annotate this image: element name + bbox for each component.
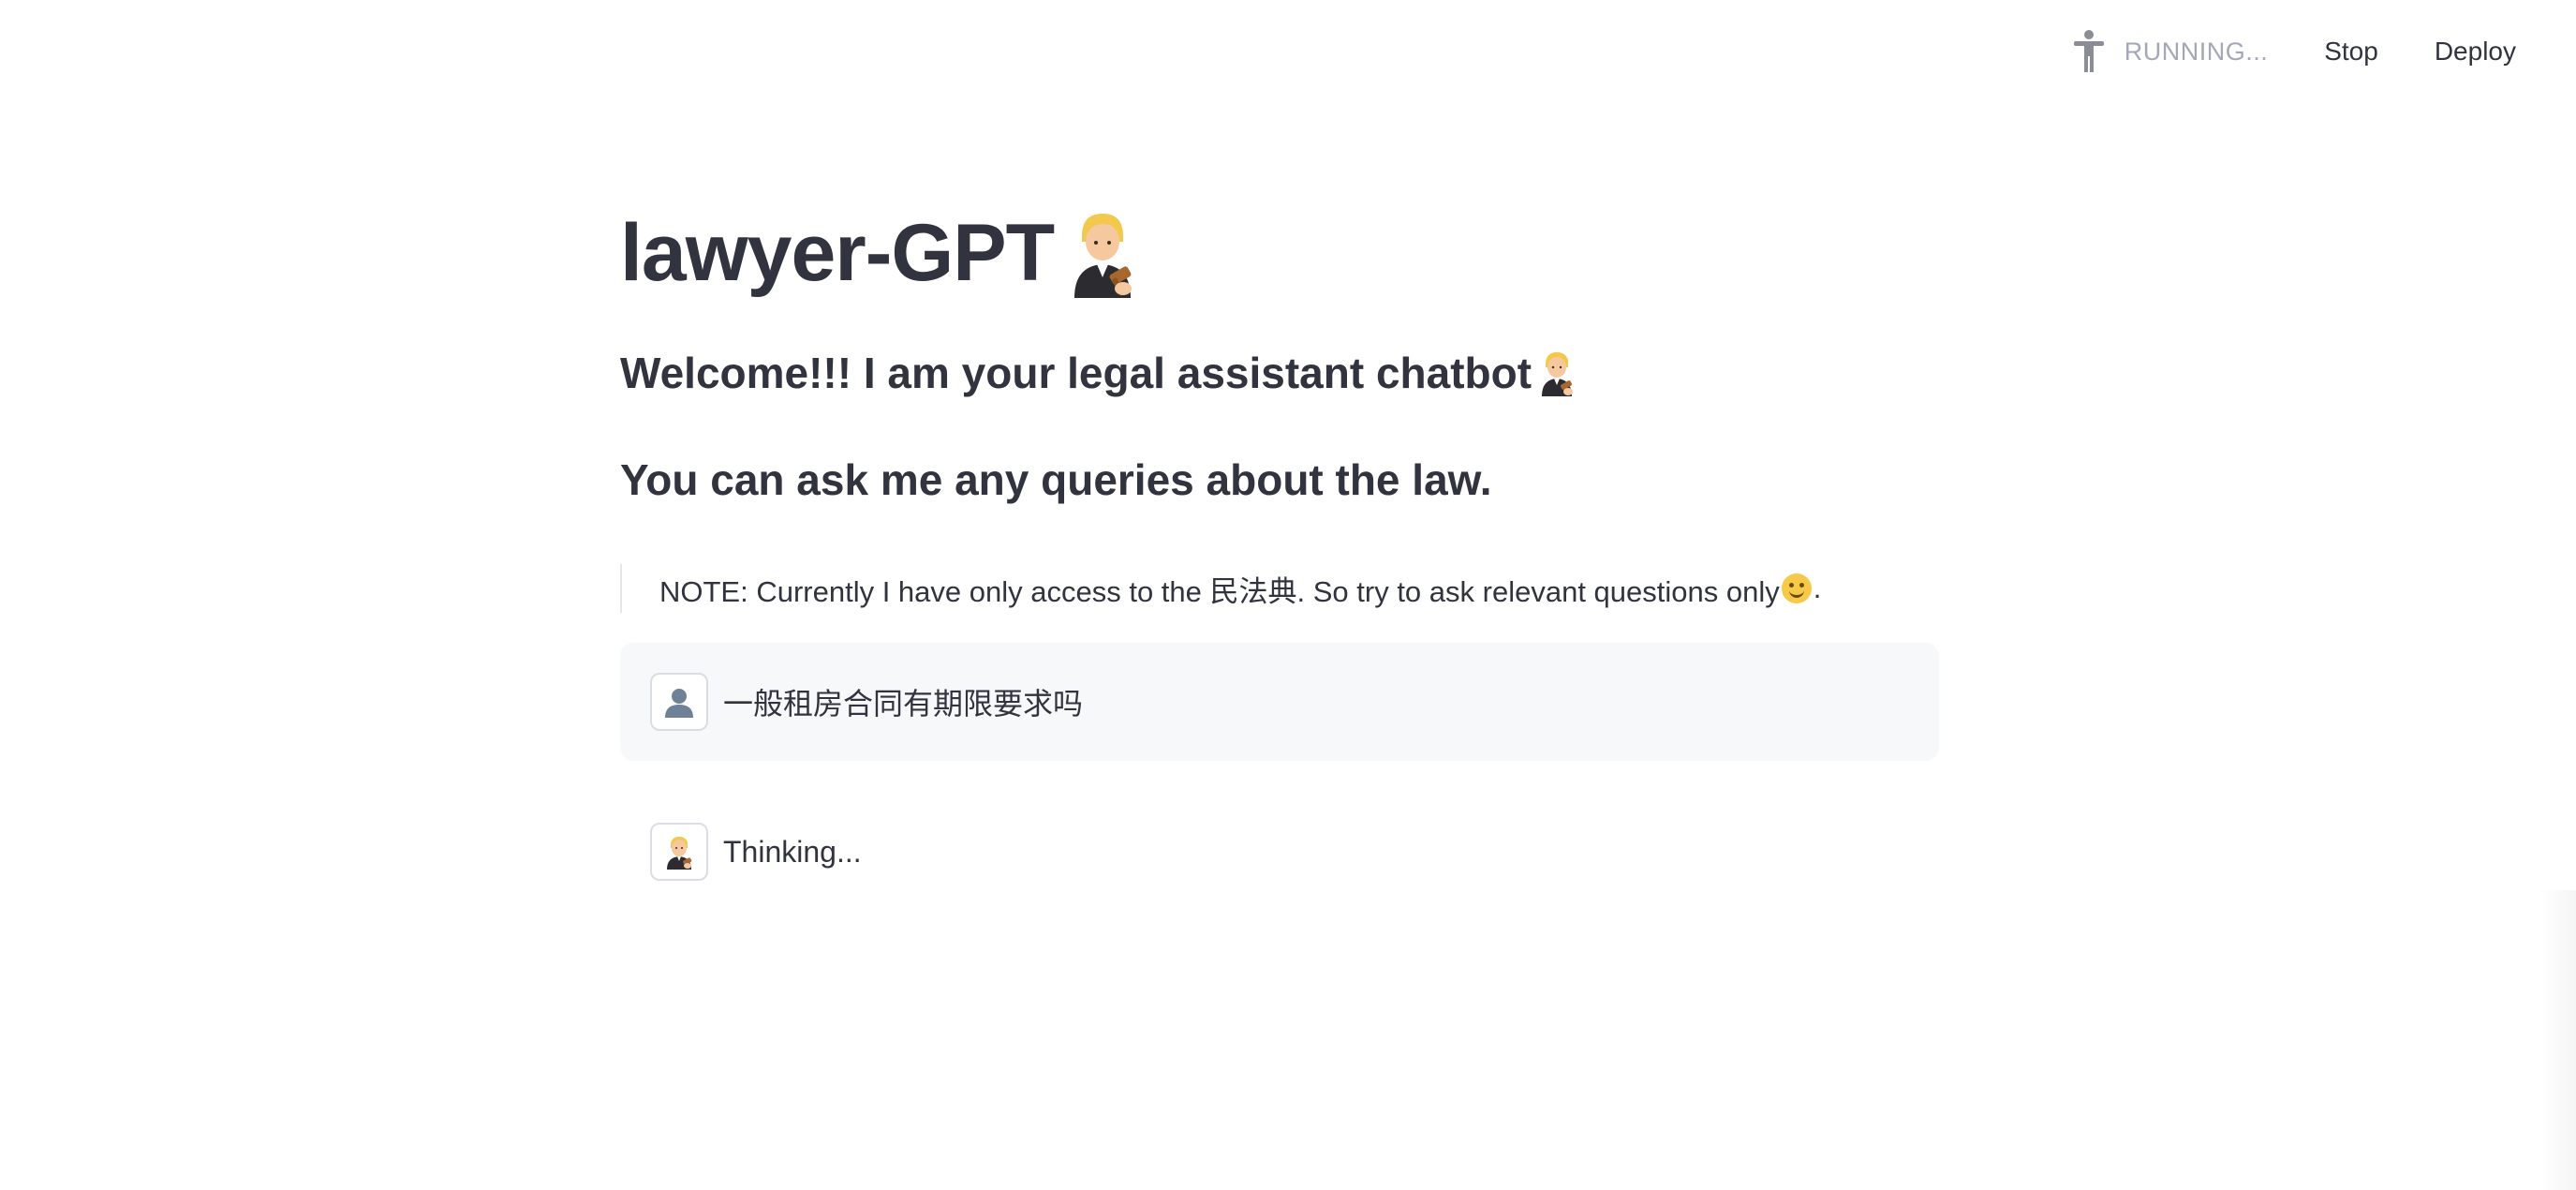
- smile-emoji-icon: [1781, 573, 1812, 603]
- chat-message-assistant: Thinking...: [620, 793, 1939, 911]
- assistant-message-text: Thinking...: [723, 834, 862, 869]
- running-status-text: RUNNING...: [2124, 37, 2269, 66]
- lawyer-emoji-icon: [1061, 208, 1142, 298]
- stop-button[interactable]: Stop: [2305, 29, 2397, 74]
- running-person-icon: [2070, 29, 2108, 74]
- user-avatar: [650, 673, 708, 731]
- edge-shadow: [2539, 890, 2576, 1190]
- welcome-text: Welcome!!! I am your legal assistant cha…: [620, 349, 1532, 397]
- welcome-heading: Welcome!!! I am your legal assistant cha…: [620, 345, 1939, 401]
- assistant-avatar: [650, 823, 708, 881]
- note-end: .: [1813, 572, 1822, 604]
- page-title-text: lawyer-GPT: [620, 207, 1055, 298]
- user-silhouette-icon: [665, 689, 693, 718]
- subheading: You can ask me any queries about the law…: [620, 455, 1492, 504]
- user-message-text: 一般租房合同有期限要求吗: [723, 687, 1084, 721]
- app-header: RUNNING... Stop Deploy: [2070, 0, 2576, 103]
- chat-message-user: 一般租房合同有期限要求吗: [620, 643, 1939, 761]
- main-content: lawyer-GPT Welcome!!! I am your legal as…: [620, 187, 1939, 911]
- note-blockquote: NOTE: Currently I have only access to th…: [620, 564, 1939, 613]
- note-text: NOTE: Currently I have only access to th…: [659, 574, 1780, 608]
- lawyer-emoji-icon: [667, 837, 692, 870]
- lawyer-emoji-icon: [1535, 350, 1578, 396]
- page-title: lawyer-GPT: [620, 206, 1939, 300]
- deploy-button[interactable]: Deploy: [2416, 29, 2535, 74]
- running-status: RUNNING...: [2070, 29, 2269, 74]
